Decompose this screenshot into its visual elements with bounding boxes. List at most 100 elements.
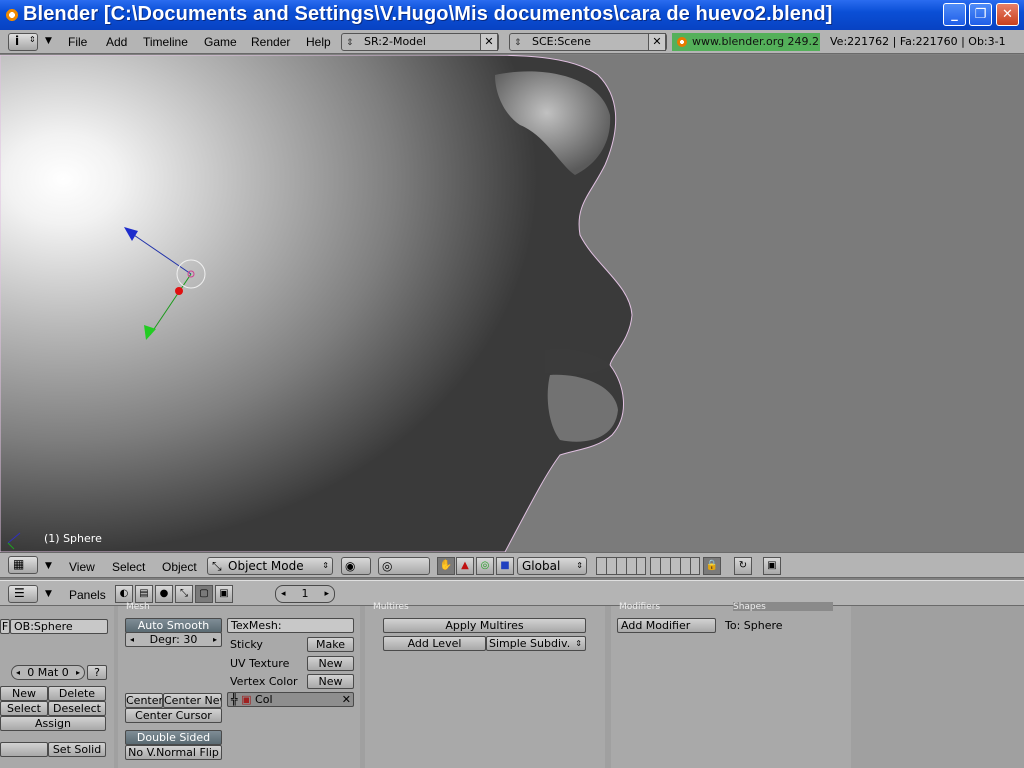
manipulator-toggle-button[interactable]: ✋ [437, 557, 455, 575]
smooth-degree-value: Degr: 30 [149, 633, 198, 646]
auto-smooth-toggle[interactable]: Auto Smooth [125, 618, 222, 633]
multires-panel-tab[interactable]: Multires [373, 602, 453, 612]
minimize-button[interactable]: _ [943, 3, 966, 26]
center-button[interactable]: Center [125, 693, 163, 708]
add-level-button[interactable]: Add Level [383, 636, 486, 651]
buttons-panels-area: F OB:Sphere ◂ 0 Mat 0 ▸ ? New Delete Sel… [0, 602, 1024, 768]
opengl-render-icon[interactable]: ↻ [734, 557, 752, 575]
center-cursor-button[interactable]: Center Cursor [125, 708, 222, 723]
blender-website-link[interactable]: www.blender.org 249.2 [672, 33, 820, 51]
center-new-button[interactable]: Center New [163, 693, 222, 708]
apply-multires-button[interactable]: Apply Multires [383, 618, 586, 633]
draw-type-icon: ◉ [345, 559, 356, 573]
shading-context-icon[interactable]: ● [155, 585, 173, 603]
vertex-color-new-button[interactable]: New [307, 674, 354, 689]
menu-help[interactable]: Help [306, 35, 331, 49]
chevron-updown-icon: ⇕ [346, 38, 354, 48]
pivot-selector[interactable]: ◎ [378, 557, 430, 575]
subdivision-type-value: Simple Subdiv. [489, 637, 571, 650]
scale-manipulator-icon[interactable]: ■ [496, 557, 514, 575]
material-assign-button[interactable]: Assign [0, 716, 106, 731]
lock-icon[interactable]: 🔒 [703, 557, 721, 575]
editor-type-3dview-button[interactable]: ▦ [8, 556, 38, 574]
close-icon[interactable]: ✕ [342, 693, 351, 706]
vertex-color-label: Vertex Color [230, 675, 298, 688]
scene-context-icon[interactable]: ▣ [215, 585, 233, 603]
modifiers-panel: Modifiers Shapes Add Modifier To: Sphere [611, 602, 851, 768]
material-new-button[interactable]: New [0, 686, 48, 701]
delete-scene-button[interactable]: ✕ [648, 33, 666, 51]
window-title: Blender [C:\Documents and Settings\V.Hug… [23, 3, 833, 25]
uv-texture-label: UV Texture [230, 657, 290, 670]
fake-user-button[interactable]: F [0, 619, 10, 634]
grid-icon: ▦ [13, 557, 25, 571]
draw-type-selector[interactable]: ◉ [341, 557, 371, 575]
mode-selector[interactable]: ⤡ Object Mode ⇕ [207, 557, 333, 575]
3d-viewport[interactable]: (1) Sphere [0, 55, 1024, 552]
blender-version: www.blender.org 249.2 [692, 35, 820, 48]
layers-group-1[interactable] [596, 557, 646, 575]
menu-game[interactable]: Game [204, 35, 237, 49]
active-object-label: (1) Sphere [44, 532, 102, 545]
add-modifier-button[interactable]: Add Modifier [617, 618, 716, 633]
3d-view-header: ▦ ▼ View Select Object ⤡ Object Mode ⇕ ◉… [0, 552, 1024, 578]
collapse-menu-icon[interactable]: ▼ [45, 589, 52, 599]
layers-group-2[interactable] [650, 557, 700, 575]
close-button[interactable]: ✕ [996, 3, 1019, 26]
smooth-degree-field[interactable]: ◂ Degr: 30 ▸ [125, 632, 222, 647]
panels-menu[interactable]: Panels [69, 588, 106, 602]
chevron-updown-icon: ⇕ [576, 561, 583, 570]
material-help-button[interactable]: ? [87, 665, 107, 680]
menu-select[interactable]: Select [112, 560, 145, 574]
mesh-panel-tab[interactable]: Mesh [126, 602, 206, 612]
uv-texture-new-button[interactable]: New [307, 656, 354, 671]
double-sided-toggle[interactable]: Double Sided [125, 730, 222, 745]
menu-object[interactable]: Object [162, 560, 197, 574]
delete-screen-button[interactable]: ✕ [480, 33, 498, 51]
scene-name: SCE:Scene [532, 35, 591, 48]
subdivision-type-selector[interactable]: Simple Subdiv. ⇕ [486, 636, 586, 651]
translate-manipulator-icon[interactable]: ▲ [456, 557, 474, 575]
scene-stats: Ve:221762 | Fa:221760 | Ob:3-1 [830, 35, 1006, 48]
object-context-icon[interactable]: ⤡ [175, 585, 193, 603]
object-name-field[interactable]: OB:Sphere [10, 619, 108, 634]
editor-type-buttons-button[interactable]: ☰ [8, 585, 38, 603]
material-select-button[interactable]: Select [0, 701, 48, 716]
no-vnormal-flip-toggle[interactable]: No V.Normal Flip [125, 745, 222, 760]
editing-context-icon[interactable]: ▢ [195, 585, 213, 603]
rotate-manipulator-icon[interactable]: ◎ [476, 557, 494, 575]
render-image-icon[interactable]: ▣ [763, 557, 781, 575]
set-smooth-button[interactable] [0, 742, 48, 757]
menu-timeline[interactable]: Timeline [143, 35, 188, 49]
material-delete-button[interactable]: Delete [48, 686, 106, 701]
texmesh-field[interactable]: TexMesh: [227, 618, 354, 633]
modifiers-panel-tab[interactable]: Modifiers [619, 602, 719, 612]
collapse-menu-icon[interactable]: ▼ [45, 36, 52, 46]
chevron-updown-icon: ⇕ [322, 561, 329, 570]
shapes-panel-tab[interactable]: Shapes [733, 602, 833, 612]
render-layer-icon: ▣ [241, 693, 252, 706]
menu-file[interactable]: File [68, 35, 87, 49]
buttons-window-icon: ☰ [14, 586, 25, 600]
orientation-selector[interactable]: Global ⇕ [517, 557, 587, 575]
screen-name: SR:2-Model [364, 35, 426, 48]
scene-selector[interactable]: ⇕ SCE:Scene ✕ [509, 33, 667, 51]
frame-number-field[interactable]: ◂ 1 ▸ [275, 585, 335, 603]
logic-context-icon[interactable]: ◐ [115, 585, 133, 603]
set-solid-button[interactable]: Set Solid [48, 742, 106, 757]
multires-panel: Multires Apply Multires Add Level Simple… [365, 602, 605, 768]
blender-logo-icon [4, 7, 20, 23]
script-context-icon[interactable]: ▤ [135, 585, 153, 603]
sticky-make-button[interactable]: Make [307, 637, 354, 652]
menu-view[interactable]: View [69, 560, 95, 574]
collapse-menu-icon[interactable]: ▼ [45, 561, 52, 571]
menu-render[interactable]: Render [251, 35, 290, 49]
screen-selector[interactable]: ⇕ SR:2-Model ✕ [341, 33, 499, 51]
material-index-field[interactable]: ◂ 0 Mat 0 ▸ [11, 665, 85, 680]
sticky-label: Sticky [230, 638, 263, 651]
vertex-color-layer[interactable]: ╬ ▣ Col ✕ [227, 692, 354, 707]
menu-add[interactable]: Add [106, 35, 127, 49]
maximize-button[interactable]: ❐ [969, 3, 992, 26]
material-deselect-button[interactable]: Deselect [48, 701, 106, 716]
editor-type-info-button[interactable]: i ⇕ [8, 33, 38, 51]
